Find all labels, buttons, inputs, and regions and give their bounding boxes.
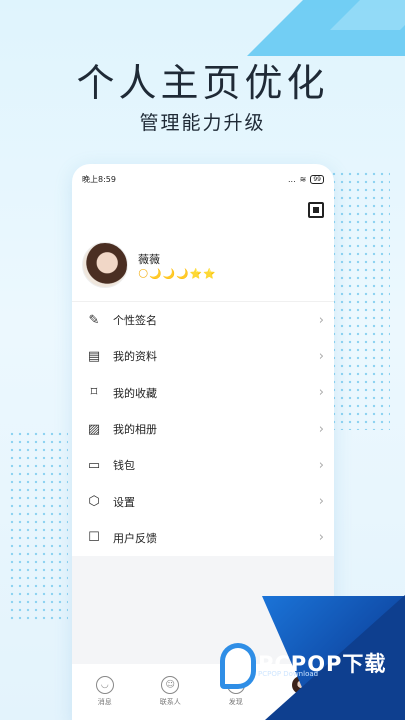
chevron-right-icon: › xyxy=(318,494,324,510)
profile-header[interactable]: 薇薇 🌕🌙🌙🌙⭐⭐ xyxy=(82,242,217,288)
status-bar: 晚上8:59 ... ≋ 99 xyxy=(72,164,334,194)
decor-dots-right xyxy=(330,170,390,430)
wifi-icon: ≋ xyxy=(299,174,307,184)
chevron-right-icon: › xyxy=(318,385,324,401)
profile-name: 薇薇 xyxy=(138,252,160,266)
menu-item-label: 用户反馈 xyxy=(113,531,157,545)
avatar[interactable] xyxy=(82,242,128,288)
decor-dots-left xyxy=(8,430,68,620)
menu-item-album[interactable]: ▨ 我的相册 › xyxy=(72,411,334,447)
chevron-right-icon: › xyxy=(318,457,324,473)
menu-item-feedback[interactable]: ☐ 用户反馈 › xyxy=(72,520,334,556)
settings-icon: ⬡ xyxy=(88,494,100,510)
level-badges: 🌕🌙🌙🌙⭐⭐ xyxy=(138,268,217,280)
menu-item-profile-info[interactable]: ▤ 我的资料 › xyxy=(72,338,334,374)
menu-item-settings[interactable]: ⬡ 设置 › xyxy=(72,483,334,519)
tab-label: 联系人 xyxy=(159,698,181,706)
watermark-logo-icon xyxy=(220,643,256,689)
chevron-right-icon: › xyxy=(318,421,324,437)
tab-label: 消息 xyxy=(97,698,112,706)
menu-item-signature[interactable]: ✎ 个性签名 › xyxy=(72,302,334,338)
document-icon: ▤ xyxy=(87,348,101,364)
image-icon: ▨ xyxy=(87,421,101,437)
wallet-icon: ▭ xyxy=(87,457,101,473)
menu-item-favorites[interactable]: ⌑ 我的收藏 › xyxy=(72,375,334,411)
tab-messages[interactable]: ◡ 消息 xyxy=(72,670,138,720)
battery-icon: 99 xyxy=(310,174,324,184)
menu-item-label: 我的资料 xyxy=(113,350,157,364)
promo-subheadline: 管理能力升级 xyxy=(139,112,266,134)
signal-icon: ... xyxy=(288,174,296,184)
watermark-sub: PCPOP Download xyxy=(258,670,319,678)
pencil-icon: ✎ xyxy=(88,312,100,328)
promo-headline: 个人主页优化 xyxy=(76,61,329,105)
chevron-right-icon: › xyxy=(318,348,324,364)
bookmark-icon: ⌑ xyxy=(90,385,98,401)
status-time: 晚上8:59 xyxy=(82,174,116,184)
contacts-icon: ☺ xyxy=(161,676,180,694)
tab-contacts[interactable]: ☺ 联系人 xyxy=(138,670,204,720)
menu-item-label: 设置 xyxy=(113,495,135,509)
menu-item-label: 我的收藏 xyxy=(113,386,157,400)
chat-icon: ◡ xyxy=(95,676,114,694)
feedback-icon: ☐ xyxy=(88,530,100,546)
tab-label: 发现 xyxy=(228,698,243,706)
chevron-right-icon: › xyxy=(318,312,324,328)
menu-item-wallet[interactable]: ▭ 钱包 › xyxy=(72,447,334,483)
menu-item-label: 钱包 xyxy=(113,459,135,473)
chevron-right-icon: › xyxy=(318,530,324,546)
profile-menu: ✎ 个性签名 › ▤ 我的资料 › ⌑ 我的收藏 › ▨ 我的相册 › ▭ 钱包… xyxy=(72,301,334,556)
menu-item-label: 我的相册 xyxy=(113,423,157,437)
menu-item-label: 个性签名 xyxy=(113,314,157,328)
qr-code-icon[interactable] xyxy=(308,202,324,218)
